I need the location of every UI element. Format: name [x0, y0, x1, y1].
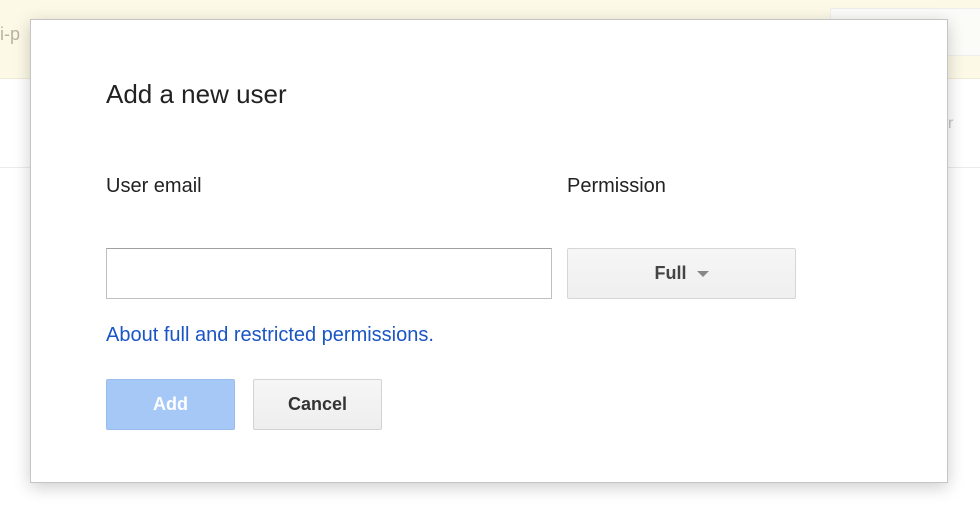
banner-text-fragment: i-p — [0, 24, 21, 44]
cancel-button[interactable]: Cancel — [253, 379, 382, 430]
user-email-input[interactable] — [106, 248, 552, 299]
permission-selected-value: Full — [654, 263, 687, 283]
permission-label: Permission — [567, 175, 666, 197]
permission-dropdown[interactable]: Full — [567, 248, 796, 299]
caret-down-icon — [696, 270, 709, 277]
toolbar-text-fragment: r — [948, 115, 954, 132]
add-user-dialog: Add a new user User email Permission Ful… — [30, 19, 948, 483]
user-email-label: User email — [106, 175, 202, 197]
dialog-title: Add a new user — [106, 79, 287, 109]
add-button[interactable]: Add — [106, 379, 235, 430]
permissions-help-link[interactable]: About full and restricted permissions. — [106, 324, 434, 347]
